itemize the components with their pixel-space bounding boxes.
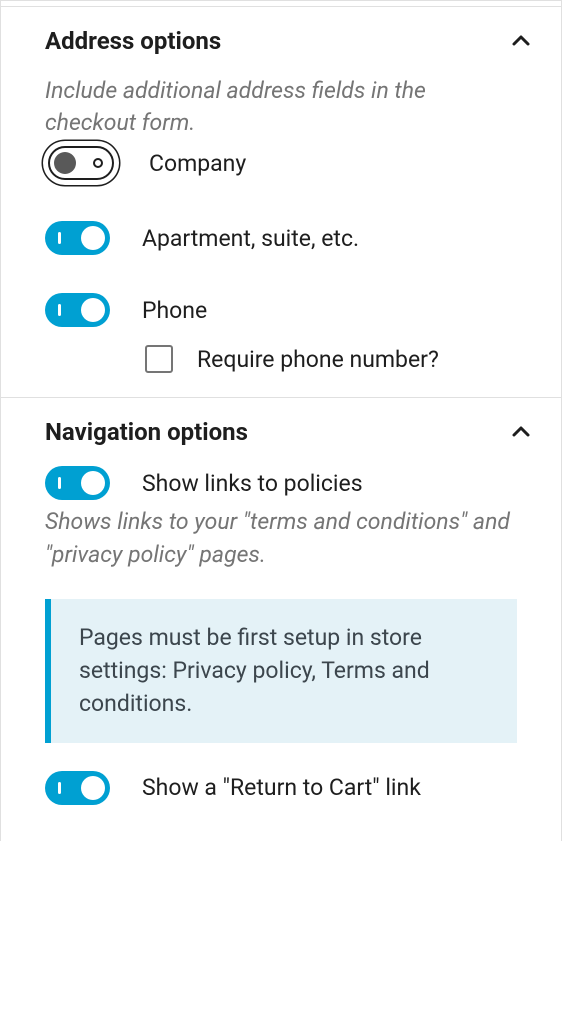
chevron-up-icon <box>509 420 533 444</box>
phone-label: Phone <box>142 297 207 324</box>
address-options-section: Address options Include additional addre… <box>1 6 561 397</box>
policies-notice: Pages must be first setup in store setti… <box>45 599 517 743</box>
return-to-cart-toggle[interactable] <box>45 771 110 805</box>
require-phone-checkbox[interactable] <box>145 345 173 373</box>
navigation-options-body: Show links to policies Shows links to yo… <box>1 466 561 840</box>
return-to-cart-label: Show a "Return to Cart" link <box>142 774 421 801</box>
apartment-option: Apartment, suite, etc. <box>45 221 517 255</box>
policies-toggle[interactable] <box>45 466 110 500</box>
navigation-options-header[interactable]: Navigation options <box>1 398 561 466</box>
policies-label: Show links to policies <box>142 470 363 497</box>
apartment-toggle[interactable] <box>45 221 110 255</box>
require-phone-option: Require phone number? <box>145 345 517 373</box>
return-to-cart-option: Show a "Return to Cart" link <box>45 771 517 805</box>
apartment-label: Apartment, suite, etc. <box>142 225 359 252</box>
require-phone-label: Require phone number? <box>197 346 439 373</box>
company-label: Company <box>149 150 246 177</box>
policies-help: Shows links to your "terms and condition… <box>45 506 517 570</box>
address-options-description: Include additional address fields in the… <box>45 75 517 139</box>
phone-option: Phone <box>45 293 517 327</box>
navigation-options-section: Navigation options Show links to policie… <box>1 397 561 840</box>
navigation-options-title: Navigation options <box>45 418 248 446</box>
settings-panel: Address options Include additional addre… <box>0 0 562 841</box>
address-options-body: Include additional address fields in the… <box>1 75 561 397</box>
address-options-header[interactable]: Address options <box>1 7 561 75</box>
company-option: Company <box>45 143 517 183</box>
address-options-title: Address options <box>45 27 221 55</box>
policies-option: Show links to policies <box>45 466 517 500</box>
chevron-up-icon <box>509 29 533 53</box>
company-toggle[interactable] <box>45 143 117 183</box>
phone-toggle[interactable] <box>45 293 110 327</box>
